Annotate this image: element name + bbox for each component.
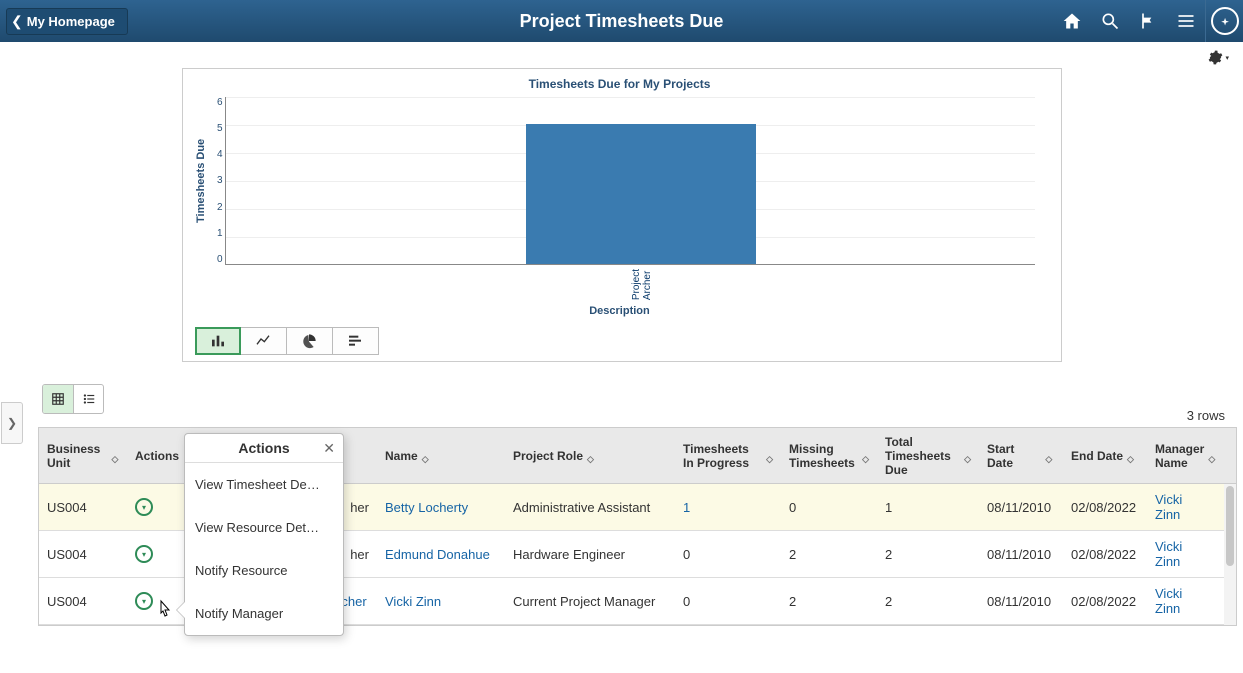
y-tick: 0 bbox=[209, 254, 223, 265]
x-tick-label: Project Archer bbox=[631, 269, 653, 300]
cell-name[interactable]: Betty Locherty bbox=[377, 484, 505, 530]
cell-name[interactable]: Vicki Zinn bbox=[377, 578, 505, 624]
cell-business-unit: US004 bbox=[39, 578, 127, 624]
y-tick: 4 bbox=[209, 149, 223, 160]
cell-role: Hardware Engineer bbox=[505, 531, 675, 577]
row-actions-button[interactable]: ▾ bbox=[135, 545, 153, 563]
menu-item-view-timesheet-details[interactable]: View Timesheet De… bbox=[185, 463, 343, 506]
content: ▾ ❯ Timesheets Due for My Projects Times… bbox=[0, 42, 1243, 626]
view-toggle bbox=[42, 384, 104, 414]
cell-actions: ▾ bbox=[127, 484, 187, 530]
cell-missing: 2 bbox=[781, 578, 877, 624]
pie-chart-button[interactable] bbox=[287, 327, 333, 355]
col-project-role[interactable]: Project Role bbox=[505, 428, 675, 483]
cell-missing: 0 bbox=[781, 484, 877, 530]
grid-view-button[interactable] bbox=[43, 385, 73, 413]
cell-end: 02/08/2022 bbox=[1063, 578, 1147, 624]
menu-icon[interactable] bbox=[1167, 0, 1205, 42]
menu-item-view-resource-details[interactable]: View Resource Det… bbox=[185, 506, 343, 549]
cell-end: 02/08/2022 bbox=[1063, 484, 1147, 530]
y-tick: 6 bbox=[209, 97, 223, 108]
chart-bar[interactable] bbox=[526, 124, 756, 264]
row-actions-button[interactable]: ▾ bbox=[135, 592, 153, 610]
cell-in-progress: 0 bbox=[675, 531, 781, 577]
home-icon[interactable] bbox=[1053, 0, 1091, 42]
chart-card: Timesheets Due for My Projects Timesheet… bbox=[182, 68, 1062, 362]
y-axis-ticks: 6 5 4 3 2 1 0 bbox=[209, 97, 223, 265]
bar-chart-button[interactable] bbox=[195, 327, 241, 355]
rows-count: 3 rows bbox=[0, 408, 1243, 423]
cell-role: Current Project Manager bbox=[505, 578, 675, 624]
back-label: My Homepage bbox=[27, 14, 115, 29]
hbar-chart-button[interactable] bbox=[333, 327, 379, 355]
top-icons bbox=[1053, 0, 1243, 42]
cell-manager[interactable]: Vicki Zinn bbox=[1147, 531, 1219, 577]
plot-area: Project Archer bbox=[225, 97, 1035, 265]
cell-missing: 2 bbox=[781, 531, 877, 577]
cell-name[interactable]: Edmund Donahue bbox=[377, 531, 505, 577]
cell-total: 1 bbox=[877, 484, 979, 530]
chart-title: Timesheets Due for My Projects bbox=[195, 77, 1045, 91]
cell-manager[interactable]: Vicki Zinn bbox=[1147, 484, 1219, 530]
col-total-timesheets-due[interactable]: Total Timesheets Due bbox=[877, 428, 979, 483]
sidebar-expand-handle[interactable]: ❯ bbox=[1, 402, 23, 444]
page-title: Project Timesheets Due bbox=[520, 11, 724, 32]
chevron-left-icon: ❮ bbox=[11, 13, 23, 30]
top-bar: ❮ My Homepage Project Timesheets Due bbox=[0, 0, 1243, 42]
back-button[interactable]: ❮ My Homepage bbox=[6, 8, 128, 35]
col-actions[interactable]: Actions bbox=[127, 428, 187, 483]
row-actions-button[interactable]: ▾ bbox=[135, 498, 153, 516]
settings-gear-icon[interactable]: ▾ bbox=[1208, 50, 1229, 65]
list-view-button[interactable] bbox=[73, 385, 103, 413]
y-tick: 5 bbox=[209, 123, 223, 134]
col-timesheets-in-progress[interactable]: Timesheets In Progress bbox=[675, 428, 781, 483]
col-name[interactable]: Name bbox=[377, 428, 505, 483]
cell-role: Administrative Assistant bbox=[505, 484, 675, 530]
menu-item-notify-resource[interactable]: Notify Resource bbox=[185, 549, 343, 592]
y-tick: 1 bbox=[209, 228, 223, 239]
col-manager-name[interactable]: Manager Name bbox=[1147, 428, 1219, 483]
cell-in-progress[interactable]: 1 bbox=[675, 484, 781, 530]
cell-business-unit: US004 bbox=[39, 531, 127, 577]
actions-menu-title: Actions bbox=[238, 440, 289, 456]
y-tick: 2 bbox=[209, 202, 223, 213]
menu-item-notify-manager[interactable]: Notify Manager bbox=[185, 592, 343, 635]
cell-start: 08/11/2010 bbox=[979, 531, 1063, 577]
close-icon[interactable]: ✕ bbox=[323, 440, 335, 457]
cell-actions: ▾ bbox=[127, 531, 187, 577]
navigator-icon[interactable] bbox=[1205, 0, 1243, 42]
cell-total: 2 bbox=[877, 531, 979, 577]
cell-manager[interactable]: Vicki Zinn bbox=[1147, 578, 1219, 624]
col-end-date[interactable]: End Date bbox=[1063, 428, 1147, 483]
line-chart-button[interactable] bbox=[241, 327, 287, 355]
search-icon[interactable] bbox=[1091, 0, 1129, 42]
cell-business-unit: US004 bbox=[39, 484, 127, 530]
cell-start: 08/11/2010 bbox=[979, 484, 1063, 530]
cell-in-progress: 0 bbox=[675, 578, 781, 624]
col-business-unit[interactable]: Business Unit bbox=[39, 428, 127, 483]
caret-down-icon: ▾ bbox=[1225, 54, 1229, 62]
col-start-date[interactable]: Start Date bbox=[979, 428, 1063, 483]
col-missing-timesheets[interactable]: Missing Timesheets bbox=[781, 428, 877, 483]
cell-start: 08/11/2010 bbox=[979, 578, 1063, 624]
x-axis-label: Description bbox=[195, 305, 1045, 317]
chart-type-buttons bbox=[195, 327, 1045, 355]
cell-total: 2 bbox=[877, 578, 979, 624]
y-axis-label: Timesheets Due bbox=[195, 97, 207, 265]
y-tick: 3 bbox=[209, 175, 223, 186]
cell-end: 02/08/2022 bbox=[1063, 531, 1147, 577]
vertical-scrollbar[interactable] bbox=[1224, 484, 1236, 625]
flag-icon[interactable] bbox=[1129, 0, 1167, 42]
actions-menu-popover: Actions ✕ View Timesheet De… View Resour… bbox=[184, 433, 344, 636]
